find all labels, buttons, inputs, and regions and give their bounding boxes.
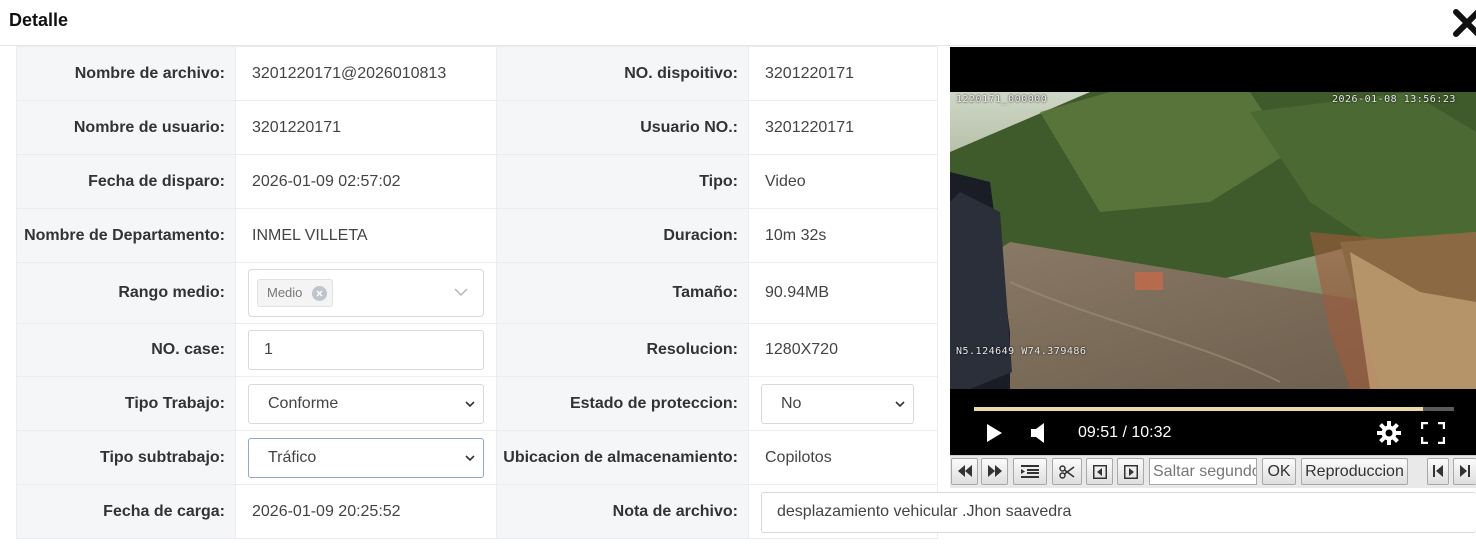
- fullscreen-icon[interactable]: [1420, 421, 1446, 449]
- playback-toolbar: Saltar segundo OK Reproduccion: [950, 455, 1476, 488]
- media-range-label: Rango medio:: [16, 262, 236, 324]
- video-player[interactable]: 1220171_000000 2026-01-08 13:56:23 N5.12…: [950, 47, 1476, 455]
- sub-work-type-cell: Tráfico: [235, 430, 497, 485]
- duration-value: 10m 32s: [748, 208, 938, 263]
- upload-date-label: Fecha de carga:: [16, 484, 236, 539]
- file-note-input[interactable]: desplazamiento vehicular .Jhon saavedra: [761, 492, 1476, 533]
- type-value: Video: [748, 154, 938, 209]
- table-row: Rango medio: Medio Tamaño: 90.94MB: [16, 262, 938, 324]
- osd-device-id: 1220171_000000: [956, 94, 1048, 105]
- tag-remove-icon[interactable]: [312, 286, 328, 301]
- size-label: Tamaño:: [496, 262, 749, 324]
- media-range-cell: Medio: [235, 262, 497, 324]
- fast-forward-icon[interactable]: [981, 458, 1008, 485]
- department-value: INMEL VILLETA: [235, 208, 497, 263]
- file-name-label: Nombre de archivo:: [16, 46, 236, 101]
- user-no-value: 3201220171: [748, 100, 938, 155]
- osd-datetime: 2026-01-08 13:56:23: [1332, 94, 1456, 105]
- chevron-down-icon: [454, 288, 468, 296]
- table-row: Nombre de Departamento: INMEL VILLETA Du…: [16, 208, 938, 263]
- seek-seconds-input[interactable]: Saltar segundo: [1149, 458, 1257, 485]
- case-no-label: NO. case:: [16, 323, 236, 377]
- user-name-value: 3201220171: [235, 100, 497, 155]
- close-icon[interactable]: [1452, 8, 1476, 38]
- detail-table: Nombre de archivo: 3201220171@2026010813…: [16, 46, 938, 539]
- table-row: Fecha de disparo: 2026-01-09 02:57:02 Ti…: [16, 154, 938, 209]
- file-name-text: 3201220171@2026010813: [252, 64, 447, 82]
- chevron-down-icon: [465, 454, 475, 461]
- playback-button[interactable]: Reproduccion: [1301, 458, 1408, 485]
- size-value: 90.94MB: [748, 262, 938, 324]
- capture-date-value: 2026-01-09 02:57:02: [235, 154, 497, 209]
- resolution-label: Resolucion:: [496, 323, 749, 377]
- playlist-icon[interactable]: [1013, 458, 1047, 485]
- work-type-cell: Conforme: [235, 376, 497, 431]
- dialog-header: Detalle: [0, 0, 1476, 46]
- video-progress-bar[interactable]: [974, 407, 1454, 411]
- department-label: Nombre de Departamento:: [16, 208, 236, 263]
- device-no-value: 3201220171: [748, 46, 938, 101]
- file-name-value: 3201220171@2026010813: [235, 46, 497, 101]
- protection-state-select[interactable]: No: [761, 383, 914, 424]
- device-no-label: NO. dispoitivo:: [496, 46, 749, 101]
- case-no-cell: 1: [235, 323, 497, 377]
- sub-work-type-value: Tráfico: [268, 448, 317, 466]
- resolution-value: 1280X720: [748, 323, 938, 377]
- video-progress-fill: [974, 407, 1423, 411]
- prev-frame-icon[interactable]: [1086, 458, 1113, 485]
- work-type-label: Tipo Trabajo:: [16, 376, 236, 431]
- table-row: Tipo subtrabajo: Tráfico Ubicacion de al…: [16, 430, 938, 485]
- media-range-tag-label: Medio: [267, 285, 303, 300]
- video-frame[interactable]: 1220171_000000 2026-01-08 13:56:23 N5.12…: [950, 92, 1476, 389]
- protection-state-value: No: [781, 394, 802, 412]
- chevron-down-icon: [895, 400, 905, 407]
- rewind-icon[interactable]: [951, 458, 978, 485]
- duration-label: Duracion:: [496, 208, 749, 263]
- storage-location-value: Copilotos: [748, 430, 938, 485]
- table-row: Nombre de archivo: 3201220171@2026010813…: [16, 46, 938, 101]
- type-label: Tipo:: [496, 154, 749, 209]
- dialog-title: Detalle: [9, 10, 69, 30]
- chevron-down-icon: [465, 400, 475, 407]
- work-type-value: Conforme: [268, 394, 339, 412]
- protection-state-label: Estado de proteccion:: [496, 376, 749, 431]
- skip-end-icon[interactable]: [1453, 458, 1476, 485]
- protection-state-cell: No: [748, 376, 938, 431]
- video-scene: [950, 92, 1476, 389]
- user-name-label: Nombre de usuario:: [16, 100, 236, 155]
- media-range-tag: Medio: [257, 279, 334, 307]
- skip-start-icon[interactable]: [1427, 458, 1449, 485]
- storage-location-label: Ubicacion de almacenamiento:: [496, 430, 749, 485]
- osd-gps: N5.124649 W74.379486: [956, 346, 1087, 357]
- sub-work-type-label: Tipo subtrabajo:: [16, 430, 236, 485]
- work-type-select[interactable]: Conforme: [248, 383, 484, 424]
- sub-work-type-select[interactable]: Tráfico: [248, 437, 484, 478]
- video-time-display: 09:51 / 10:32: [1078, 424, 1172, 441]
- file-note-label: Nota de archivo:: [496, 484, 749, 539]
- capture-date-label: Fecha de disparo:: [16, 154, 236, 209]
- next-frame-icon[interactable]: [1117, 458, 1144, 485]
- seek-ok-button[interactable]: OK: [1262, 458, 1296, 485]
- gear-icon[interactable]: [1377, 421, 1401, 450]
- upload-date-value: 2026-01-09 20:25:52: [235, 484, 497, 539]
- table-row: Nombre de usuario: 3201220171 Usuario NO…: [16, 100, 938, 155]
- scissors-icon[interactable]: [1052, 458, 1082, 485]
- play-icon[interactable]: [986, 424, 1002, 447]
- user-no-label: Usuario NO.:: [496, 100, 749, 155]
- media-range-select[interactable]: Medio: [248, 269, 484, 317]
- table-row: NO. case: 1 Resolucion: 1280X720: [16, 323, 938, 377]
- case-no-input[interactable]: 1: [248, 330, 484, 370]
- table-row: Tipo Trabajo: Conforme Estado de protecc…: [16, 376, 938, 431]
- volume-icon[interactable]: [1031, 423, 1047, 448]
